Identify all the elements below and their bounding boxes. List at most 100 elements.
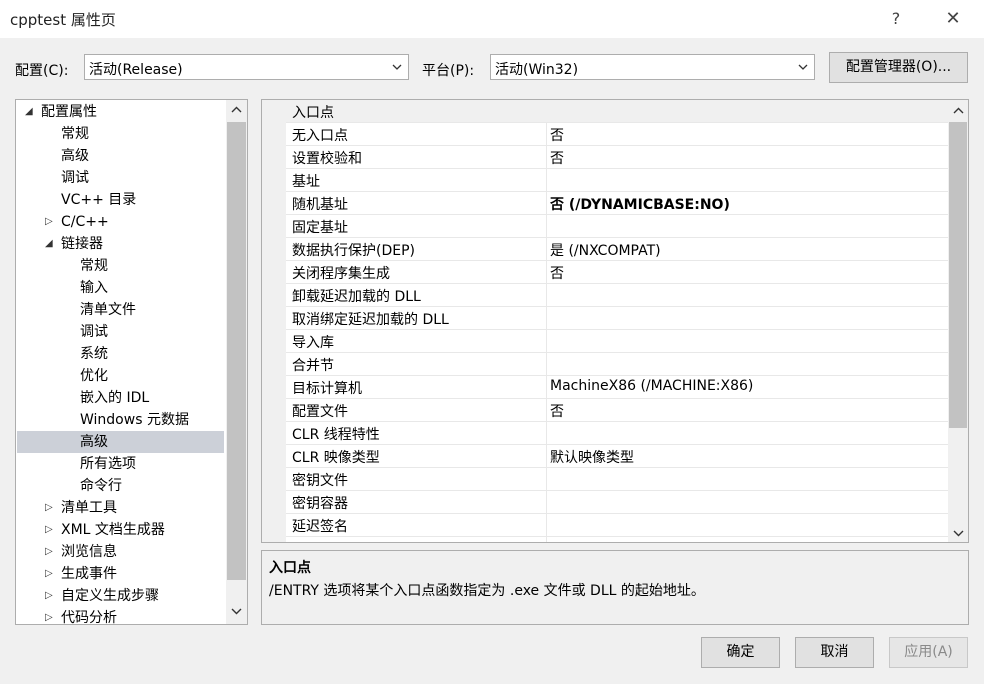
property-row[interactable]: 导入库 [286,330,948,353]
property-row[interactable]: 设置校验和 否 [286,146,948,169]
description-title: 入口点 [269,560,311,576]
property-value[interactable]: 是 (/NXCOMPAT) [550,240,661,260]
property-name: 延迟签名 [292,519,348,535]
grid-gutter [262,100,286,542]
collapsed-arrow-icon[interactable]: ▷ [45,519,57,541]
expanded-arrow-icon[interactable]: ◢ [45,233,57,255]
property-row[interactable]: 入口点 [286,100,948,123]
tree-scrollbar[interactable] [226,100,247,624]
property-name: 入口点 [292,105,334,121]
collapsed-arrow-icon[interactable]: ▷ [45,563,57,585]
apply-button[interactable]: 应用(A) [889,637,968,668]
tree-scroll-thumb[interactable] [227,122,246,580]
description-text: /ENTRY 选项将某个入口点函数指定为 .exe 文件或 DLL 的起始地址。 [269,583,705,599]
property-name: 卸载延迟加载的 DLL [292,289,421,305]
help-button[interactable]: ? [876,4,916,34]
property-value[interactable]: 否 [550,263,564,283]
config-combobox[interactable]: 活动(Release) [84,54,409,80]
chevron-down-icon [392,64,402,70]
tree-item-label: 代码分析 [61,610,117,625]
collapsed-arrow-icon[interactable]: ▷ [45,497,57,519]
property-row[interactable]: 配置文件 否 [286,399,948,422]
property-name: 设置校验和 [292,151,362,167]
grid-scrollbar[interactable] [948,100,968,542]
property-name: 随机基址 [292,197,348,213]
property-name: 关闭程序集生成 [292,266,390,282]
property-name: CLR 映像类型 [292,450,380,466]
tree-item-label: 系统 [80,346,108,362]
property-row[interactable]: 基址 [286,169,948,192]
platform-combobox[interactable]: 活动(Win32) [490,54,815,80]
property-name: 无入口点 [292,128,348,144]
property-name: 合并节 [292,358,334,374]
property-value[interactable]: MachineX86 (/MACHINE:X86) [550,378,753,394]
property-row[interactable]: 关闭程序集生成 否 [286,261,948,284]
tree-item-label: C/C++ [61,214,109,230]
property-name: 数据执行保护(DEP) [292,243,415,259]
tree-item-label: 常规 [80,258,108,274]
chevron-down-icon[interactable] [950,524,967,541]
property-name: 目标计算机 [292,381,362,397]
description-pane: 入口点 /ENTRY 选项将某个入口点函数指定为 .exe 文件或 DLL 的起… [261,550,969,625]
property-row[interactable]: 合并节 [286,353,948,376]
property-name: CLR 线程特性 [292,427,380,443]
chevron-down-icon[interactable] [228,602,245,619]
property-grid: 入口点 无入口点否设置校验和否基址 随机基址否 (/DYNAMICBASE:NO) 固… [261,99,969,543]
property-row[interactable]: 随机基址 否 (/DYNAMICBASE:NO) [286,192,948,215]
config-manager-button[interactable]: 配置管理器(O)... [829,52,968,83]
property-row[interactable]: 无入口点 否 [286,123,948,146]
tree-item-label: 清单工具 [61,500,117,516]
property-value[interactable]: 否 [550,401,564,421]
tree-item-label: 调试 [61,170,89,186]
tree-item-label: 自定义生成步骤 [61,588,159,604]
property-row[interactable]: 卸载延迟加载的 DLL [286,284,948,307]
chevron-down-icon [798,64,808,70]
property-name: 密钥容器 [292,496,348,512]
property-name: 取消绑定延迟加载的 DLL [292,312,449,328]
close-button[interactable]: ✕ [933,4,973,34]
property-row[interactable]: 数据执行保护(DEP) 是 (/NXCOMPAT) [286,238,948,261]
tree-item-label: 生成事件 [61,566,117,582]
tree-item-label: 输入 [80,280,108,296]
collapsed-arrow-icon[interactable]: ▷ [45,211,57,233]
chevron-up-icon[interactable] [950,103,967,120]
property-value[interactable]: 默认映像类型 [550,447,634,467]
ok-button[interactable]: 确定 [701,637,780,668]
chevron-up-icon[interactable] [228,102,245,119]
config-value: 活动(Release) [89,62,183,78]
property-value[interactable]: 否 (/DYNAMICBASE:NO) [550,194,730,214]
tree-item-label: 配置属性 [41,104,97,120]
tree-item-label: 嵌入的 IDL [80,390,150,406]
property-row[interactable]: 密钥容器 [286,491,948,514]
tree-item-label: 清单文件 [80,302,136,318]
expanded-arrow-icon[interactable]: ◢ [25,101,37,123]
property-value[interactable]: 否 [550,148,564,168]
property-name: 配置文件 [292,404,348,420]
tree-item-label: 所有选项 [80,456,136,472]
tree-item-label: 高级 [61,148,89,164]
tree-item-label: 命令行 [80,478,122,494]
property-row[interactable]: 目标计算机 MachineX86 (/MACHINE:X86) [286,376,948,399]
property-row[interactable]: CLR 映像类型 默认映像类型 [286,445,948,468]
property-name: 密钥文件 [292,473,348,489]
property-row[interactable]: 密钥文件 [286,468,948,491]
tree-item-label: 常规 [61,126,89,142]
title-bar: cpptest 属性页 ? ✕ [0,0,984,38]
tree-item-label: 高级 [80,434,108,450]
collapsed-arrow-icon[interactable]: ▷ [45,585,57,607]
tree-item[interactable]: 高级 [17,431,224,453]
tree-item-label: VC++ 目录 [61,192,137,208]
property-name: 固定基址 [292,220,348,236]
collapsed-arrow-icon[interactable]: ▷ [45,541,57,563]
tree-item-label: 链接器 [61,236,103,252]
property-row[interactable]: 取消绑定延迟加载的 DLL [286,307,948,330]
property-value[interactable]: 否 [550,125,564,145]
platform-label: 平台(P): [422,63,475,79]
property-row[interactable]: 延迟签名 [286,514,948,537]
cancel-button[interactable]: 取消 [795,637,874,668]
grid-scroll-thumb[interactable] [949,122,967,428]
platform-value: 活动(Win32) [495,62,579,78]
collapsed-arrow-icon[interactable]: ▷ [45,607,57,624]
property-row[interactable]: CLR 线程特性 [286,422,948,445]
property-row[interactable]: 固定基址 [286,215,948,238]
